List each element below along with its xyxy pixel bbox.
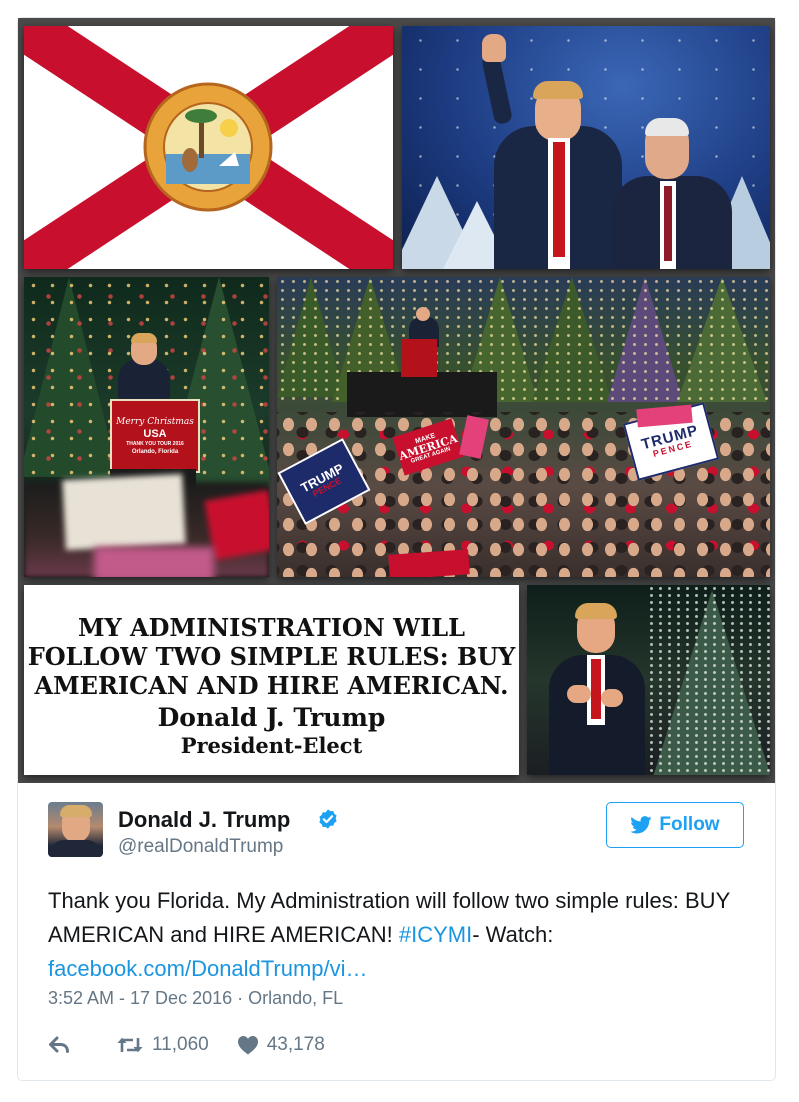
podium-sign: Merry Christmas USA THANK YOU TOUR 2016 …	[110, 399, 200, 473]
rally-podium-photo: Merry Christmas USA THANK YOU TOUR 2016 …	[24, 277, 269, 577]
quote-line: AMERICAN AND HIRE AMERICAN.	[34, 671, 509, 700]
quote-attribution-name: Donald J. Trump	[157, 703, 386, 732]
rally-crowd-photo: TRUMP PENCE MAKE AMERICA GREAT AGAIN TRU…	[277, 277, 770, 577]
like-button[interactable]: 43,178	[237, 1034, 325, 1056]
user-handle[interactable]: @realDonaldTrump	[118, 836, 283, 858]
avatar-suit	[50, 840, 101, 857]
retweet-count: 11,060	[152, 1034, 209, 1055]
retweet-button[interactable]: 11,060	[116, 1034, 209, 1056]
quote-line: FOLLOW TWO SIMPLE RULES: BUY	[27, 642, 516, 671]
reply-icon	[49, 1036, 69, 1053]
hashtag-link[interactable]: #ICYMI	[399, 922, 472, 947]
avatar[interactable]	[48, 802, 103, 857]
reply-button[interactable]	[48, 1035, 72, 1055]
tweet-location[interactable]: Orlando, FL	[248, 988, 343, 1008]
tweet-image-collage[interactable]: Merry Christmas USA THANK YOU TOUR 2016 …	[18, 18, 775, 783]
follow-button-label: Follow	[659, 814, 720, 835]
tweet-text-watch: - Watch:	[472, 922, 554, 947]
tweet-text-body: Thank you Florida. My Administration wil…	[48, 888, 730, 947]
quote-text: MY ADMINISTRATION WILL FOLLOW TWO SIMPLE…	[24, 613, 519, 700]
tweet-text: Thank you Florida. My Administration wil…	[48, 884, 748, 986]
display-name[interactable]: Donald J. Trump	[118, 807, 290, 833]
quote-attribution-title: President-Elect	[180, 733, 363, 758]
tweet-link[interactable]: facebook.com/DonaldTrump/vi…	[48, 956, 368, 981]
rally-clapping-photo	[527, 585, 770, 775]
florida-flag-image	[24, 26, 393, 269]
twitter-bird-icon	[630, 816, 652, 834]
tweet-timestamp[interactable]: 3:52 AM - 17 Dec 2016	[48, 988, 232, 1008]
quote-line: MY ADMINISTRATION WILL	[77, 613, 466, 642]
avatar-hair	[60, 805, 92, 817]
rally-stage-photo-waving	[402, 26, 770, 269]
follow-button[interactable]: Follow	[606, 802, 744, 848]
tweet-actions: 11,060 43,178	[48, 1031, 325, 1059]
tweet-meta: 3:52 AM - 17 Dec 2016 · Orlando, FL	[48, 988, 344, 1008]
like-count: 43,178	[266, 1034, 325, 1055]
verified-badge-icon	[319, 809, 337, 829]
retweet-icon	[117, 1037, 143, 1053]
tweet-card: Merry Christmas USA THANK YOU TOUR 2016 …	[17, 17, 776, 1081]
quote-graphic: MY ADMINISTRATION WILL FOLLOW TWO SIMPLE…	[24, 585, 519, 775]
florida-flag-graphic	[24, 26, 393, 269]
heart-icon	[237, 1036, 258, 1055]
